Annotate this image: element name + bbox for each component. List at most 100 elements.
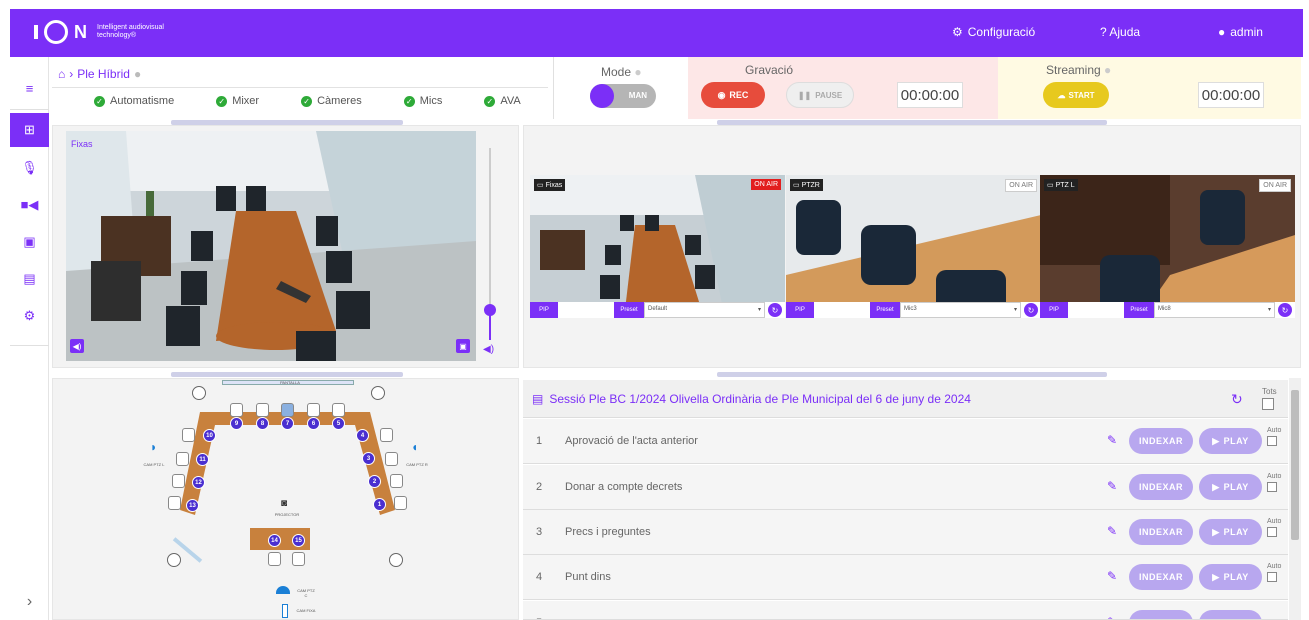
preset-select[interactable]: Mic8 ▾ [1154, 302, 1275, 318]
session-scrollbar-thumb[interactable] [1291, 390, 1299, 540]
camera-thumb-ptzr[interactable]: ▭ PTZR ON AIR PIP Preset Mic3 ▾ ↻ [786, 175, 1041, 318]
thumb-controls: PIP Preset Default ▾ ↻ [530, 302, 785, 318]
auto-toggle[interactable]: Auto [1267, 518, 1281, 537]
seat-1[interactable]: 1 [373, 498, 386, 511]
seat-14[interactable]: 14 [268, 534, 281, 547]
resize-handle[interactable] [717, 120, 1107, 125]
pause-button[interactable]: ❚❚ PAUSE [786, 82, 854, 108]
seat-10[interactable]: 10 [203, 429, 216, 442]
camera-ptzr-icon[interactable]: ◖ [411, 440, 418, 454]
preset-label: Preset [1124, 302, 1154, 318]
camera-thumb-ptzl[interactable]: ▭ PTZ L ON AIR PIP Preset Mic8 ▾ ↻ [1040, 175, 1295, 318]
seat-6[interactable]: 6 [307, 417, 320, 430]
recording-timer: 00:00:00 [897, 82, 963, 108]
config-link[interactable]: ⚙ Configuració [952, 25, 1035, 39]
video-icon[interactable]: ■◀ [10, 188, 49, 222]
play-button[interactable] [1199, 610, 1262, 619]
settings-icon[interactable]: ⚙ [10, 299, 49, 333]
projector-icon[interactable]: ◙ [281, 498, 287, 509]
play-button[interactable]: ▶ PLAY [1199, 428, 1262, 454]
streaming-title: Streaming ● [1046, 63, 1112, 77]
check-icon: ✓ [94, 95, 105, 107]
index-button[interactable]: INDEXAR [1129, 519, 1193, 545]
refresh-icon[interactable]: ↻ [1278, 303, 1292, 317]
index-button[interactable] [1129, 610, 1193, 619]
expand-sidebar-button[interactable]: › [10, 585, 49, 619]
play-button[interactable]: ▶ PLAY [1199, 564, 1262, 590]
edit-icon[interactable]: ✎ [1107, 433, 1117, 447]
seat-12[interactable]: 12 [192, 476, 205, 489]
select-all[interactable]: Tots [1262, 387, 1277, 410]
volume-slider[interactable] [489, 148, 491, 310]
pip-label: PIP [1040, 302, 1068, 318]
auto-toggle[interactable]: Auto [1267, 473, 1281, 492]
camera-fixed-icon[interactable] [282, 604, 288, 618]
header-divider [52, 87, 548, 88]
edit-icon[interactable]: ✎ [1107, 479, 1117, 493]
index-button[interactable]: INDEXAR [1129, 474, 1193, 500]
status-row: ✓ Automatisme ✓ Mixer ✓ Càmeres ✓ Mics ✓ AVA [94, 95, 563, 107]
select-all-checkbox[interactable] [1262, 398, 1274, 410]
edit-icon[interactable]: ✎ [1107, 615, 1117, 619]
meeting-room-image [66, 131, 476, 361]
speaker-icon[interactable]: ◀) [70, 339, 84, 353]
edit-icon[interactable]: ✎ [1107, 569, 1117, 583]
status-automatisme: ✓ Automatisme [94, 95, 174, 107]
resize-handle[interactable] [171, 120, 403, 125]
seat-9[interactable]: 9 [230, 417, 243, 430]
refresh-icon[interactable]: ↻ [1231, 391, 1243, 408]
seat-15[interactable]: 15 [292, 534, 305, 547]
start-stream-button[interactable]: ☁ START [1043, 82, 1109, 108]
play-button[interactable]: ▶ PLAY [1199, 474, 1262, 500]
agenda-row: 2 Donar a compte decrets ✎ INDEXAR ▶ PLAY… [523, 465, 1288, 510]
home-icon[interactable]: ⌂ [58, 67, 65, 81]
volume-slider-knob[interactable] [484, 304, 496, 316]
thumb-controls: PIP Preset Mic8 ▾ ↻ [1040, 302, 1295, 318]
pip-input[interactable] [1068, 302, 1124, 318]
auto-toggle[interactable]: Auto [1267, 427, 1281, 446]
resize-handle[interactable] [171, 372, 403, 377]
index-button[interactable]: INDEXAR [1129, 428, 1193, 454]
seat-7[interactable]: 7 [281, 417, 294, 430]
resize-handle[interactable] [717, 372, 1107, 377]
seat-2[interactable]: 2 [368, 475, 381, 488]
index-button[interactable]: INDEXAR [1129, 564, 1193, 590]
play-button[interactable]: ▶ PLAY [1199, 519, 1262, 545]
seat-11[interactable]: 11 [196, 453, 209, 466]
help-link[interactable]: ? Ajuda [1100, 25, 1140, 39]
pip-input[interactable] [558, 302, 614, 318]
camera-ptzl-icon[interactable]: ◗ [150, 440, 157, 454]
mode-toggle[interactable]: MAN [590, 84, 656, 108]
cam-ptzr-label: CAM PTZ R [406, 462, 428, 467]
cam-fixed-label: CAM FIXA [296, 608, 316, 613]
user-menu[interactable]: ● admin [1218, 25, 1263, 39]
document-icon[interactable]: ▤ [10, 262, 49, 296]
seat-13[interactable]: 13 [186, 499, 199, 512]
seat-4[interactable]: 4 [356, 429, 369, 442]
refresh-icon[interactable]: ↻ [768, 303, 782, 317]
breadcrumb-current[interactable]: Ple Híbrid [77, 67, 130, 81]
microphone-icon[interactable]: 🎙 [10, 151, 49, 185]
image-icon[interactable]: ▣ [456, 339, 470, 353]
grid-icon[interactable]: ⊞ [10, 113, 49, 147]
preset-label: Preset [614, 302, 644, 318]
seat-5[interactable]: 5 [332, 417, 345, 430]
image-icon[interactable]: ▣ [10, 225, 49, 259]
seat-3[interactable]: 3 [362, 452, 375, 465]
pip-input[interactable] [814, 302, 870, 318]
logo-n: N [74, 21, 87, 42]
auto-toggle[interactable]: Auto [1267, 563, 1281, 582]
logo-o [44, 20, 68, 44]
refresh-icon[interactable]: ↻ [1024, 303, 1038, 317]
preset-select[interactable]: Mic3 ▾ [900, 302, 1021, 318]
gear-icon: ⚙ [952, 25, 963, 39]
camera-thumb-image [1040, 175, 1295, 318]
edit-icon[interactable]: ✎ [1107, 524, 1117, 538]
menu-icon[interactable]: ≡ [10, 71, 49, 105]
camera-ptzc-icon[interactable] [276, 586, 290, 594]
seat-8[interactable]: 8 [256, 417, 269, 430]
preset-select[interactable]: Default ▾ [644, 302, 765, 318]
volume-icon: ◀) [483, 344, 495, 355]
camera-thumb-fixas[interactable]: ▭ Fixas ON AIR PIP Preset Default ▾ ↻ [530, 175, 785, 318]
rec-button[interactable]: ◉ REC [701, 82, 765, 108]
